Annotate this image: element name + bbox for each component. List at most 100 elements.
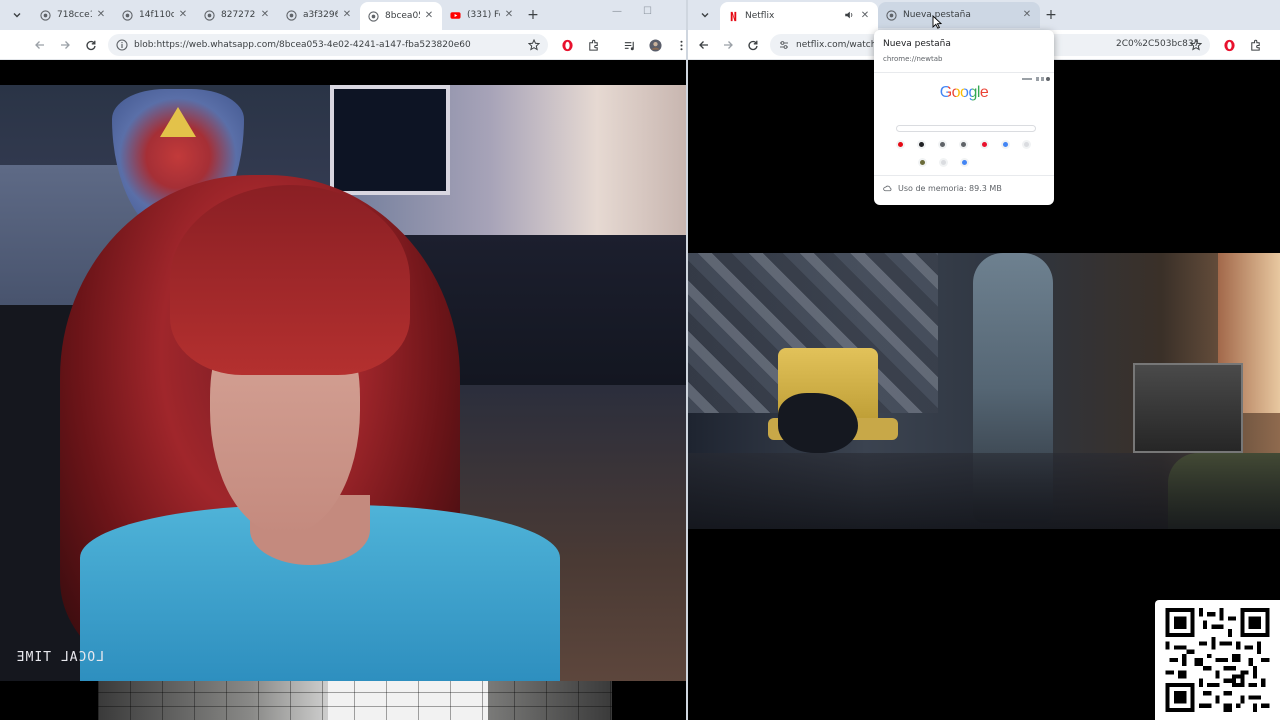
back-button[interactable] <box>32 37 48 53</box>
tab-search-button[interactable] <box>6 4 28 26</box>
memory-usage: Uso de memoria: 89.3 MB <box>883 184 1002 193</box>
forward-button[interactable] <box>720 37 736 53</box>
reload-button[interactable] <box>83 37 99 53</box>
tab-hover-card: Nueva pestaña chrome://newtab Google Uso… <box>874 30 1054 205</box>
close-icon[interactable]: ✕ <box>424 11 434 21</box>
menu-kebab-icon[interactable] <box>674 38 686 52</box>
plus-icon: + <box>1045 7 1057 23</box>
maximize-icon[interactable]: ☐ <box>643 6 652 17</box>
shortcut-icon <box>896 140 905 149</box>
close-icon[interactable]: ✕ <box>96 10 106 20</box>
chevron-down-icon <box>701 13 709 18</box>
tab-strip: Netflix ✕ Nueva pestaña ✕ + <box>688 0 1280 30</box>
whatsapp-video-window: 718cce1 ✕ 14f110c ✕ 8272726 ✕ a3f3296 ✕ <box>0 0 686 720</box>
chrome-icon <box>122 9 133 21</box>
back-button[interactable] <box>696 37 712 53</box>
tab-title: Nueva pestaña <box>903 10 971 20</box>
tab-strip: 718cce1 ✕ 14f110c ✕ 8272726 ✕ a3f3296 ✕ <box>0 0 686 30</box>
opera-extension-icon[interactable] <box>560 38 574 52</box>
reload-icon <box>86 40 96 51</box>
media-control-icon[interactable] <box>622 38 636 52</box>
reload-button[interactable] <box>745 37 761 53</box>
tab-title: 8bcea05 <box>385 11 420 21</box>
chrome-icon <box>368 10 379 22</box>
memory-usage-text: Uso de memoria: 89.3 MB <box>898 184 1002 193</box>
tab-title: 718cce1 <box>57 10 92 20</box>
site-info-icon[interactable] <box>116 39 128 51</box>
chevron-down-icon <box>13 13 21 18</box>
tab-a3f3296[interactable]: a3f3296 ✕ <box>278 0 360 30</box>
preview-shortcuts <box>896 140 1036 167</box>
hover-card-title: Nueva pestaña <box>883 39 951 49</box>
desktop: 718cce1 ✕ 14f110c ✕ 8272726 ✕ a3f3296 ✕ <box>0 0 1280 720</box>
new-tab-button[interactable]: + <box>522 0 544 30</box>
tab-list: Netflix ✕ Nueva pestaña ✕ + <box>720 0 1062 30</box>
url-text: blob:https://web.whatsapp.com/8bcea053-4… <box>134 40 471 50</box>
site-settings-icon[interactable] <box>778 39 790 51</box>
triforce-emblem <box>160 107 196 137</box>
webcam-overlay-text: LOCAL TIME <box>15 650 104 665</box>
mouse-pointer-icon <box>932 15 942 29</box>
qr-code <box>1155 600 1280 720</box>
webcam-video[interactable]: LOCAL TIME <box>0 85 686 681</box>
toolbar: blob:https://web.whatsapp.com/8bcea053-4… <box>0 30 686 60</box>
preview-top-icons <box>1022 77 1050 81</box>
tile-pattern <box>98 681 612 720</box>
youtube-icon <box>450 10 461 21</box>
arrow-left-icon <box>699 41 708 49</box>
shortcut-icon <box>959 140 968 149</box>
hover-card-url: chrome://newtab <box>883 55 943 63</box>
bookmark-star-icon[interactable] <box>528 39 540 51</box>
shortcut-icon <box>980 140 989 149</box>
opera-extension-icon[interactable] <box>1222 38 1236 52</box>
room-floor <box>688 453 1280 529</box>
close-icon[interactable]: ✕ <box>504 10 514 20</box>
arrow-right-icon <box>61 41 70 49</box>
tab-youtube[interactable]: (331) Fe ✕ <box>442 0 522 30</box>
person-bangs <box>170 185 410 375</box>
shortcut-icon <box>917 140 926 149</box>
chrome-icon <box>204 9 215 21</box>
tab-netflix[interactable]: Netflix ✕ <box>720 2 878 30</box>
close-icon[interactable]: ✕ <box>1022 10 1032 20</box>
tab-search-button[interactable] <box>694 4 716 26</box>
tab-title: 8272726 <box>221 10 256 20</box>
bookmark-star-icon[interactable] <box>1190 39 1202 51</box>
url-text-start: netflix.com/watch <box>796 40 877 50</box>
close-icon[interactable]: ✕ <box>342 10 352 20</box>
close-icon[interactable]: ✕ <box>860 11 870 21</box>
minimize-icon[interactable]: — <box>612 6 622 17</box>
chrome-icon <box>886 9 897 21</box>
tab-nueva-pestana[interactable]: Nueva pestaña ✕ <box>878 2 1040 28</box>
shortcut-icon <box>1022 140 1031 149</box>
speaker-icon[interactable] <box>844 10 856 23</box>
google-logo-text: Google <box>939 84 989 101</box>
extensions-puzzle-icon[interactable] <box>586 38 600 52</box>
tab-14f110c[interactable]: 14f110c ✕ <box>114 0 196 30</box>
room-window <box>330 85 450 195</box>
google-logo: Google <box>874 84 1054 102</box>
tab-title: Netflix <box>745 11 775 21</box>
address-bar[interactable]: blob:https://web.whatsapp.com/8bcea053-4… <box>108 34 548 56</box>
arrow-left-icon <box>35 41 44 49</box>
extensions-puzzle-icon[interactable] <box>1248 38 1262 52</box>
movie-frame[interactable] <box>688 253 1280 529</box>
tab-title: (331) Fe <box>467 10 500 20</box>
tab-title: 14f110c <box>139 10 174 20</box>
profile-avatar[interactable] <box>648 38 662 52</box>
amplifier <box>1133 363 1243 453</box>
close-icon[interactable]: ✕ <box>260 10 270 20</box>
tab-718cce1[interactable]: 718cce1 ✕ <box>32 0 114 30</box>
tab-8bcea05[interactable]: 8bcea05 ✕ <box>360 2 442 30</box>
forward-button[interactable] <box>57 37 73 53</box>
new-tab-button[interactable]: + <box>1040 0 1062 30</box>
close-icon[interactable]: ✕ <box>178 10 188 20</box>
video-viewport: LOCAL TIME <box>0 61 686 720</box>
chrome-icon <box>286 9 297 21</box>
netflix-icon <box>728 11 739 22</box>
arrow-right-icon <box>724 41 733 49</box>
shortcut-icon <box>918 158 927 167</box>
shortcut-icon <box>939 158 948 167</box>
tab-8272726[interactable]: 8272726 ✕ <box>196 0 278 30</box>
tab-list: 718cce1 ✕ 14f110c ✕ 8272726 ✕ a3f3296 ✕ <box>32 0 544 30</box>
